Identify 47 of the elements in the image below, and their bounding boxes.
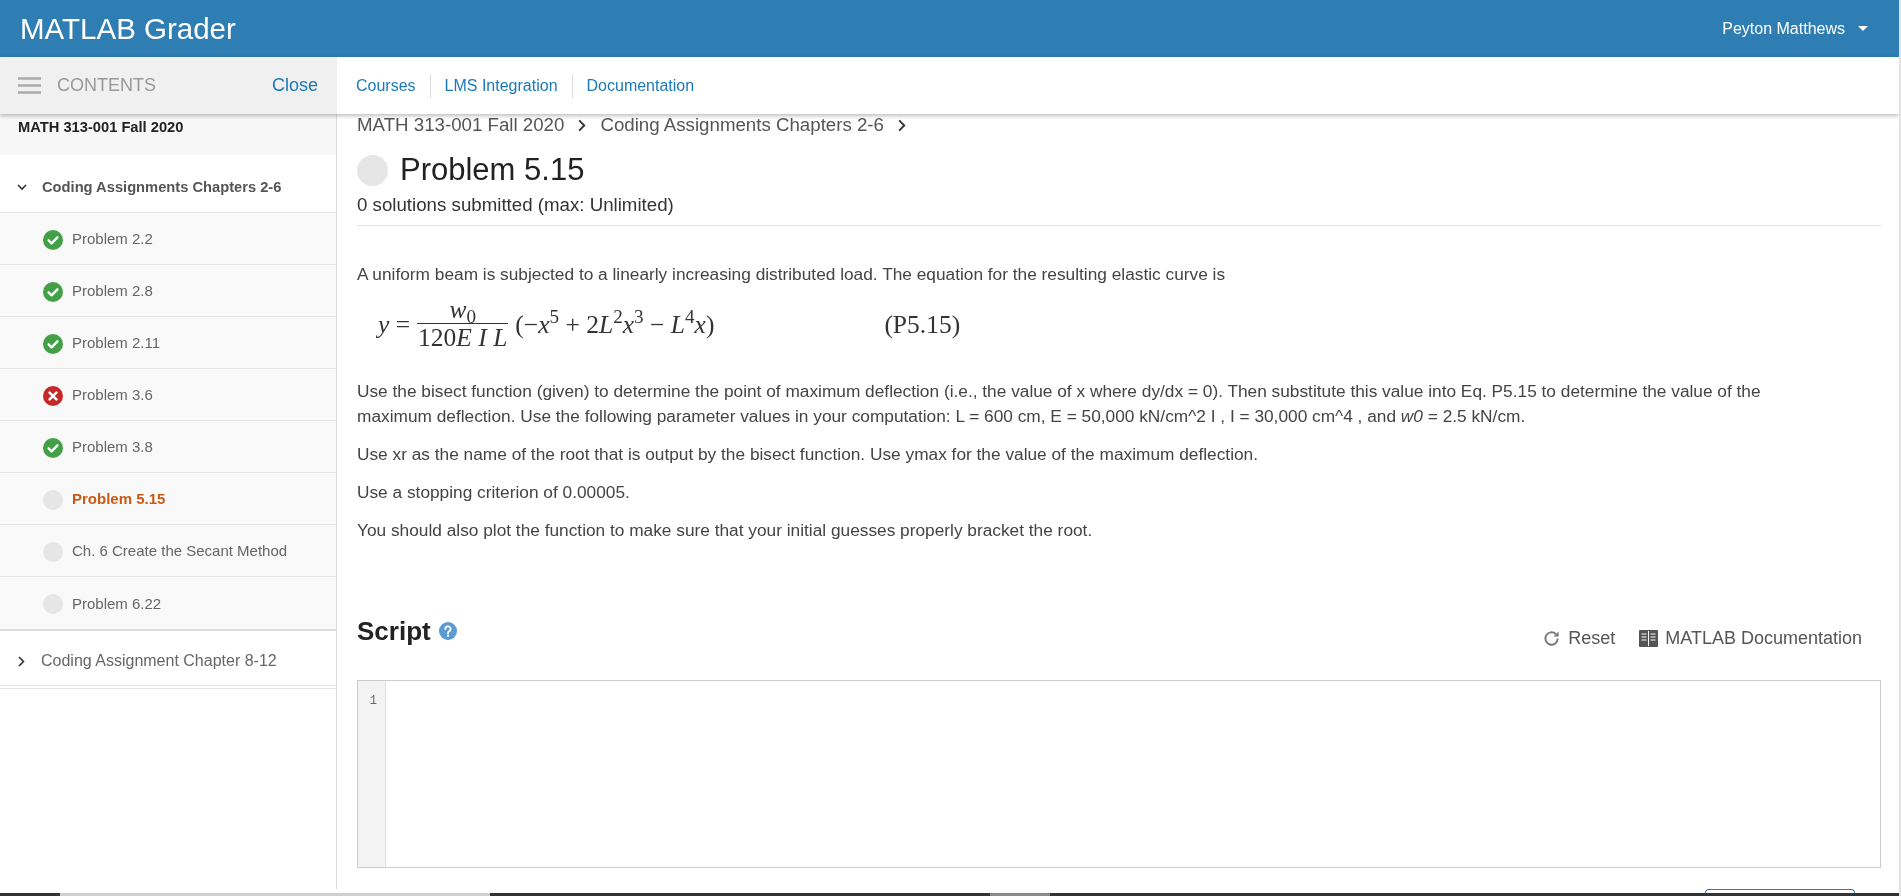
fraction-denominator: 120E I L	[417, 324, 509, 352]
check-circle-icon	[43, 229, 63, 250]
course-title: MATH 313-001 Fall 2020	[18, 119, 184, 135]
equation-number: (P5.15)	[884, 310, 961, 339]
description-text: Use a stopping criterion of 0.00005.	[357, 481, 631, 504]
sidebar-item[interactable]: Problem 2.8	[0, 265, 336, 317]
sidebar-item[interactable]: Ch. 6 Create the Secant Method	[0, 525, 336, 577]
description-text: A uniform beam is subjected to a linearly increasing distributed load. The equation for the resulting elastic curve is	[357, 263, 1227, 286]
submission-count: 0 solutions submitted (max: Unlimited)	[357, 194, 675, 216]
sidebar-item[interactable]: Problem 6.22	[0, 577, 336, 631]
description-text: Use xr as the name of the root that is output by the bisect function. Use ymax for the value of the maximum deflection.	[357, 443, 1259, 466]
help-icon[interactable]	[438, 622, 457, 640]
check-circle-icon	[43, 437, 63, 458]
chevron-right-icon	[578, 118, 587, 132]
menu-icon[interactable]	[18, 77, 41, 94]
documentation-link[interactable]: MATLAB Documentation	[1639, 627, 1862, 649]
book-icon	[1639, 629, 1659, 647]
sidebar-item[interactable]: Problem 3.6	[0, 369, 336, 421]
problem-title: Problem 5.15	[400, 152, 585, 188]
close-button[interactable]: Close	[271, 72, 318, 99]
user-menu[interactable]: Peyton Matthews	[1722, 16, 1868, 41]
x-circle-icon	[43, 385, 63, 406]
refresh-icon	[1542, 628, 1562, 648]
nav-link[interactable]: Documentation	[586, 73, 695, 98]
nav-link[interactable]: Courses	[356, 73, 416, 98]
reset-button[interactable]: Reset	[1542, 627, 1616, 649]
script-heading: Script	[357, 615, 431, 647]
check-circle-icon	[43, 333, 63, 354]
description-text: Use the bisect function (given) to determine the point of maximum deflection (i.e., the value of x where dy/dx = 0). Then substitute this value into Eq. P5.15 to determine the value of the maximum deflection. Use the following parameter values in your computation: L = 600 cm, E = 50,000 kN/cm^2 I , I = 30,000 cm^4 , and w0 = 2.5 kN/cm.	[357, 380, 1762, 428]
breadcrumb-link[interactable]: MATH 313-001 Fall 2020	[357, 114, 565, 136]
sidebar-item[interactable]: Problem 5.15	[0, 473, 336, 525]
description-text: You should also plot the function to make sure that your initial guesses properly bracket the root.	[357, 519, 1094, 542]
chevron-right-icon	[898, 118, 906, 132]
nav-link[interactable]: LMS Integration	[444, 73, 558, 98]
fraction-numerator: w$_{0}$	[449, 297, 476, 323]
sidebar-item[interactable]: Problem 2.11	[0, 317, 336, 369]
check-circle-icon	[43, 281, 63, 302]
contents-title: CONTENTS	[57, 74, 156, 97]
sidebar-item[interactable]: Problem 3.8	[0, 421, 336, 473]
code-editor[interactable]: 1	[357, 680, 1881, 868]
breadcrumb-link[interactable]: Coding Assignments Chapters 2-6	[600, 114, 884, 136]
equation-expression: (−x$^{5}$ + 2L$^{2}$x$^{3}$ − L$^{4}$x)	[515, 310, 715, 339]
app-title: MATLAB Grader	[20, 13, 236, 44]
caret-down-icon	[1858, 26, 1868, 31]
line-number: 1	[369, 694, 377, 708]
sidebar-item[interactable]: Problem 2.2	[0, 213, 336, 265]
equation-lhs: y =	[378, 310, 411, 339]
